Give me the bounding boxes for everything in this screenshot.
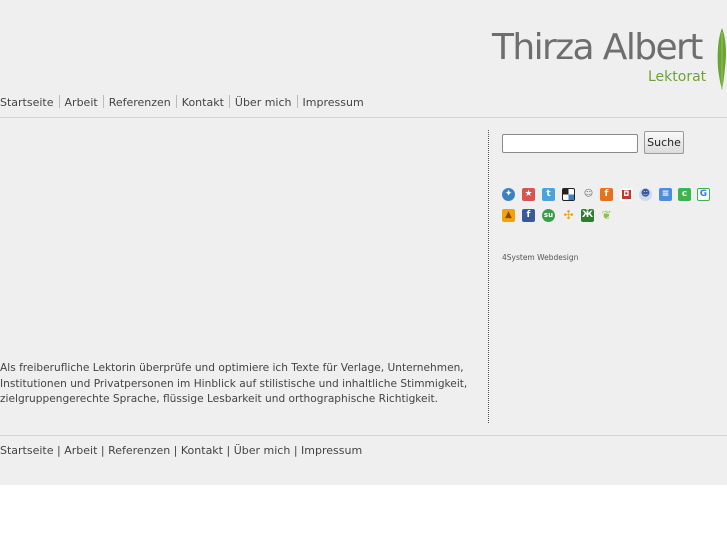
twitter-icon[interactable]: t — [542, 188, 555, 201]
intro-text: Als freiberufliche Lektorin überprüfe un… — [0, 362, 468, 405]
nav-separator — [175, 95, 177, 108]
page-background: Thirza Albert Lektorat Startseite Arbeit R… — [0, 0, 727, 485]
leaf-logo-icon — [717, 28, 726, 90]
sidebar-divider — [488, 130, 489, 423]
nav-referenzen[interactable]: Referenzen — [109, 96, 171, 109]
yigg-icon[interactable]: Ӂ — [581, 209, 594, 222]
footer-nav-startseite[interactable]: Startseite — [0, 444, 54, 457]
search-input[interactable] — [502, 134, 638, 153]
site-logo[interactable]: Thirza Albert Lektorat — [492, 26, 727, 96]
blinklist-icon[interactable]: ✦ — [502, 188, 515, 201]
nav-startseite[interactable]: Startseite — [0, 96, 54, 109]
delicious-icon[interactable] — [562, 188, 575, 201]
reddit-icon[interactable]: ☻ — [639, 188, 652, 201]
nav-kontakt[interactable]: Kontakt — [182, 96, 224, 109]
header-divider — [0, 117, 727, 118]
footer-nav-ueber-mich[interactable]: Über mich — [234, 444, 291, 457]
nav-ueber-mich[interactable]: Über mich — [235, 96, 292, 109]
nav-separator — [58, 95, 60, 108]
top-navigation: Startseite Arbeit Referenzen Kontakt Über mi… — [0, 95, 364, 109]
footer-nav-kontakt[interactable]: Kontakt — [181, 444, 223, 457]
footer-navigation: Startseite | Arbeit | Referenzen | Konta… — [0, 444, 363, 457]
footer-nav-arbeit[interactable]: Arbeit — [64, 444, 97, 457]
footer-nav-impressum[interactable]: Impressum — [301, 444, 362, 457]
people-icon[interactable]: ☺ — [582, 188, 595, 201]
nav-arbeit[interactable]: Arbeit — [65, 96, 98, 109]
bookmark-star-icon[interactable]: ★ — [522, 188, 535, 201]
logo-name: Thirza Albert — [492, 27, 703, 68]
nav-impressum[interactable]: Impressum — [303, 96, 364, 109]
technorati-icon[interactable]: c — [678, 188, 691, 201]
nav-separator — [102, 95, 104, 108]
footer-nav-referenzen[interactable]: Referenzen — [108, 444, 170, 457]
logo-subtitle: Lektorat — [648, 69, 707, 85]
newsvine-icon[interactable]: ◘ — [620, 188, 633, 201]
google-icon[interactable]: G — [697, 188, 710, 201]
nav-separator — [228, 95, 230, 108]
search-button[interactable]: Suche — [644, 131, 684, 154]
leaf-icon[interactable]: ❦ — [600, 209, 613, 222]
upload-icon[interactable]: ▲ — [502, 209, 515, 222]
webdesign-credit[interactable]: 4System Webdesign — [502, 253, 578, 262]
slashdot-icon[interactable]: ✣ — [562, 209, 575, 222]
nav-separator — [296, 95, 298, 108]
stumbleupon-icon[interactable]: su — [542, 209, 555, 222]
footer-divider — [0, 435, 727, 436]
document-icon[interactable]: ≡ — [659, 188, 672, 201]
misterwong-icon[interactable]: f — [600, 188, 613, 201]
facebook-icon[interactable]: f — [522, 209, 535, 222]
